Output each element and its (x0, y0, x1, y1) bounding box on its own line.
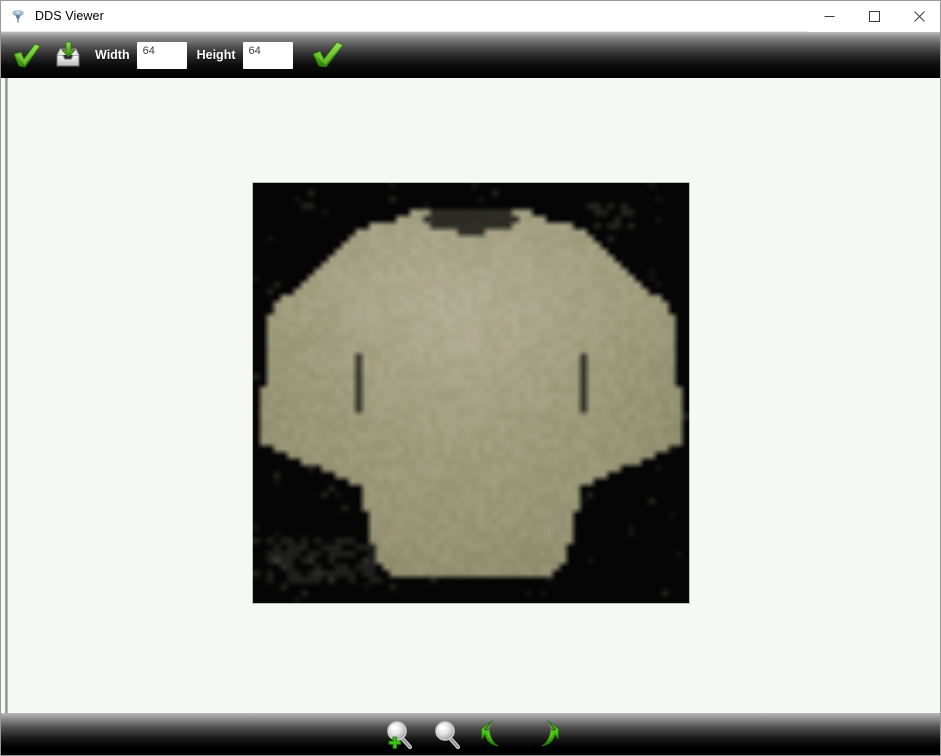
height-label: Height (196, 48, 236, 62)
image-viewport[interactable] (1, 78, 940, 713)
height-input[interactable] (242, 41, 293, 69)
top-toolbar: Width Height (1, 32, 940, 78)
rotate-left-icon[interactable] (476, 715, 516, 755)
rotate-right-icon[interactable] (524, 715, 564, 755)
green-checkmark-apply-icon[interactable] (311, 38, 345, 72)
save-export-icon[interactable] (51, 38, 85, 72)
dds-app-icon (9, 7, 27, 25)
zoom-in-icon[interactable] (380, 715, 420, 755)
window-controls (807, 1, 940, 32)
minimize-button[interactable] (807, 1, 852, 32)
dds-texture-preview[interactable] (253, 183, 689, 603)
bottom-toolbar (1, 713, 940, 755)
width-label: Width (95, 48, 130, 62)
zoom-out-icon[interactable] (428, 715, 468, 755)
dds-viewer-window: DDS Viewer Width 64 Height 64 (0, 0, 941, 756)
viewport-left-rail (5, 78, 8, 713)
maximize-button[interactable] (852, 1, 897, 32)
window-title: DDS Viewer (35, 9, 104, 23)
width-input[interactable] (136, 41, 187, 69)
image-frame (253, 183, 689, 603)
title-bar: DDS Viewer (1, 1, 940, 32)
green-check-open-icon[interactable] (9, 38, 43, 72)
close-button[interactable] (897, 1, 940, 32)
